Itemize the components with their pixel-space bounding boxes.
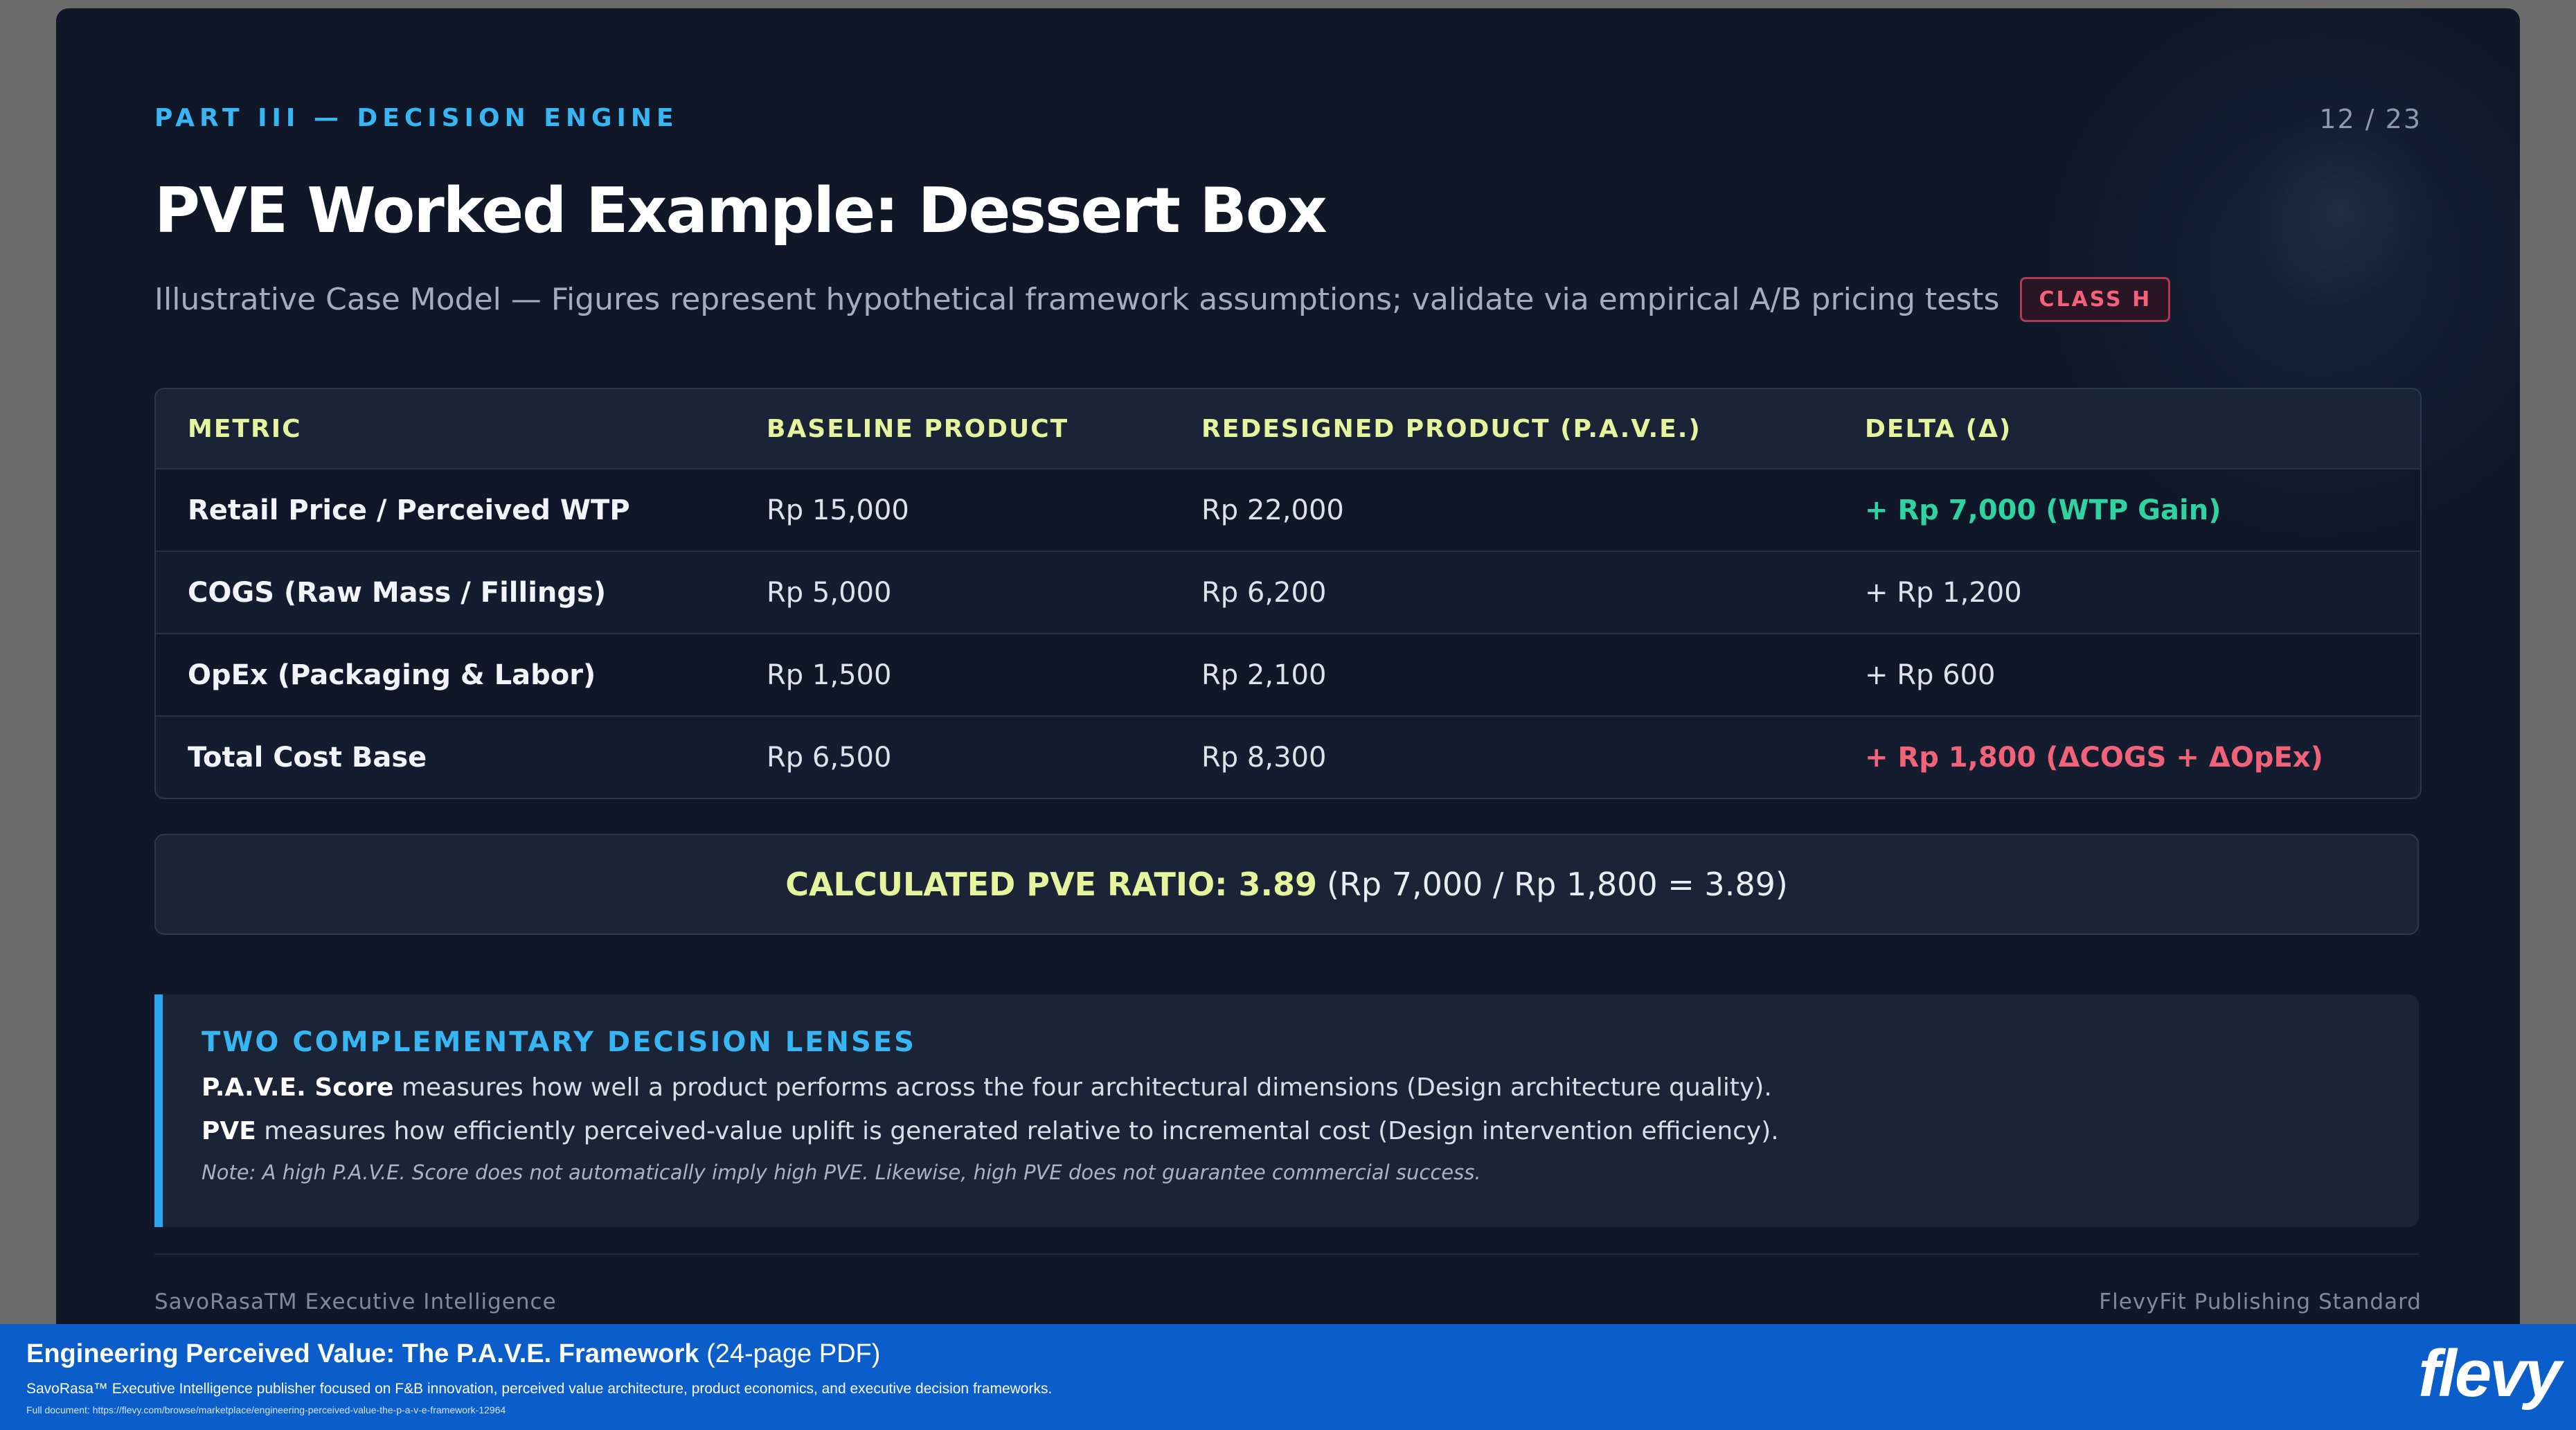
definition-pve: measures how efficiently perceived-value… [256,1117,1779,1145]
slide: PART III — DECISION ENGINE 12 / 23 PVE W… [56,8,2520,1324]
cell-baseline: Rp 1,500 [735,633,1170,716]
cell-metric: OpEx (Packaging & Labor) [156,633,735,716]
cell-metric: Retail Price / Perceived WTP [156,468,735,551]
page-title: PVE Worked Example: Dessert Box [154,175,1327,247]
column-header-baseline: BASELINE PRODUCT [735,389,1170,469]
pve-ratio-calculation: (Rp 7,000 / Rp 1,800 = 3.89) [1327,866,1788,903]
banner-description: SavoRasa™ Executive Intelligence publish… [26,1381,1053,1397]
column-header-metric: METRIC [156,389,735,469]
callout-line-pve: PVE measures how efficiently perceived-v… [202,1117,2380,1145]
document-banner: Engineering Perceived Value: The P.A.V.E… [0,1324,2576,1430]
subtitle-row: Illustrative Case Model — Figures repres… [154,277,2171,322]
comparison-table: METRIC BASELINE PRODUCT REDESIGNED PRODU… [154,388,2422,799]
table-row: Total Cost Base Rp 6,500 Rp 8,300 + Rp 1… [156,715,2420,798]
table-row: Retail Price / Perceived WTP Rp 15,000 R… [156,468,2420,551]
column-header-delta: DELTA (Δ) [1833,389,2420,469]
cell-metric: Total Cost Base [156,715,735,798]
page-subtitle: Illustrative Case Model — Figures repres… [154,282,2000,317]
column-header-redesigned: REDESIGNED PRODUCT (P.A.V.E.) [1170,389,1833,469]
term-pve: PVE [202,1117,256,1145]
callout-title: TWO COMPLEMENTARY DECISION LENSES [202,1026,916,1058]
callout-line-pave: P.A.V.E. Score measures how well a produ… [202,1073,2380,1102]
banner-document-name: Engineering Perceived Value: The P.A.V.E… [26,1339,699,1368]
banner-title[interactable]: Engineering Perceived Value: The P.A.V.E… [26,1339,880,1369]
footer-divider [154,1253,2419,1255]
page-number: 12 / 23 [2319,104,2422,134]
cell-delta: + Rp 7,000 (WTP Gain) [1833,468,2420,551]
cell-baseline: Rp 5,000 [735,551,1170,634]
footer-standard: FlevyFit Publishing Standard [2099,1289,2422,1314]
pve-ratio-box: CALCULATED PVE RATIO: 3.89 (Rp 7,000 / R… [154,834,2419,935]
section-kicker: PART III — DECISION ENGINE [154,104,679,132]
banner-page-count: (24-page PDF) [699,1339,881,1368]
decision-lenses-callout: TWO COMPLEMENTARY DECISION LENSES P.A.V.… [154,994,2419,1227]
footer-publisher: SavoRasaTM Executive Intelligence [154,1289,557,1314]
definition-pave-score: measures how well a product performs acr… [393,1073,1772,1102]
decorative-glow-small [2243,112,2437,306]
cell-redesigned: Rp 22,000 [1170,468,1833,551]
term-pave-score: P.A.V.E. Score [202,1073,394,1102]
flevy-logo[interactable]: flevy [2418,1339,2561,1409]
cell-baseline: Rp 6,500 [735,715,1170,798]
pve-ratio-label: CALCULATED PVE RATIO: 3.89 [785,866,1318,903]
table-row: OpEx (Packaging & Labor) Rp 1,500 Rp 2,1… [156,633,2420,716]
cell-delta: + Rp 1,800 (ΔCOGS + ΔOpEx) [1833,715,2420,798]
cell-redesigned: Rp 2,100 [1170,633,1833,716]
cell-delta: + Rp 600 [1833,633,2420,716]
table-header-row: METRIC BASELINE PRODUCT REDESIGNED PRODU… [156,389,2420,469]
cell-redesigned: Rp 6,200 [1170,551,1833,634]
table-row: COGS (Raw Mass / Fillings) Rp 5,000 Rp 6… [156,551,2420,634]
callout-note: Note: A high P.A.V.E. Score does not aut… [202,1161,1481,1184]
cell-redesigned: Rp 8,300 [1170,715,1833,798]
cell-delta: + Rp 1,200 [1833,551,2420,634]
cell-metric: COGS (Raw Mass / Fillings) [156,551,735,634]
cell-baseline: Rp 15,000 [735,468,1170,551]
banner-url-link[interactable]: Full document: https://flevy.com/browse/… [26,1404,506,1415]
class-badge: CLASS H [2020,277,2171,322]
